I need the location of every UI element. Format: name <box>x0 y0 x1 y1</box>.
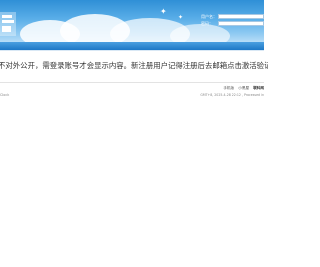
site-header: ✦ ✦ 用户名： 密码： <box>0 0 264 42</box>
username-label: 用户名： <box>201 14 217 19</box>
footer-link-site[interactable]: 联科网 <box>253 86 264 90</box>
footer-link-blackroom[interactable]: 小黑屋 <box>238 86 249 90</box>
footer-clock: Clock <box>0 93 10 97</box>
footer-divider <box>0 82 264 83</box>
navbar-divider <box>0 50 264 51</box>
star-icon: ✦ <box>178 14 184 21</box>
password-label: 密码： <box>201 21 213 26</box>
star-icon: ✦ <box>160 7 167 16</box>
username-input[interactable] <box>218 14 264 19</box>
footer-links: 手机版 小黑屋 联科网 <box>220 86 264 91</box>
footer-timestamp: GMT+8, 2025-4-28 22:12 , Processed in <box>200 93 264 97</box>
password-input[interactable] <box>218 21 264 26</box>
site-logo[interactable] <box>0 12 16 36</box>
main-navbar <box>0 42 264 50</box>
login-required-notice: 不对外公开，需登录账号才会显示内容。新注册用户记得注册后去邮箱点击激活验证邮件， <box>0 61 268 70</box>
footer-link-mobile[interactable]: 手机版 <box>223 86 234 90</box>
cloud-decoration <box>170 24 230 42</box>
